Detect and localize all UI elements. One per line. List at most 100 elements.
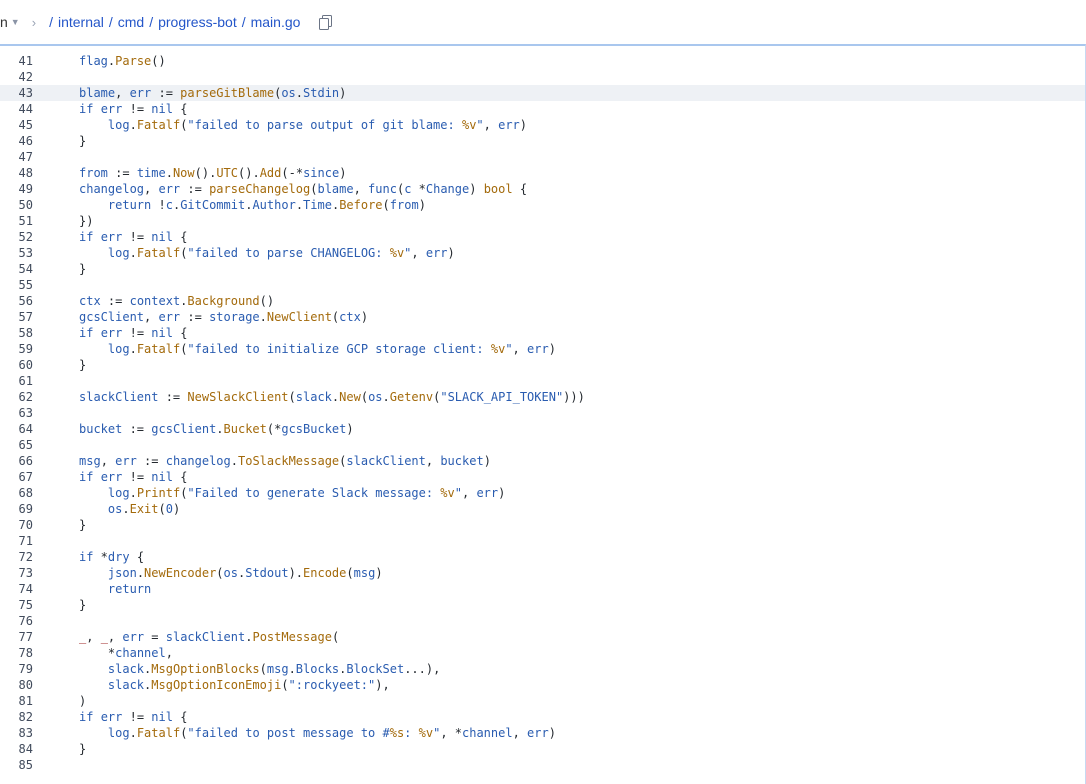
code-line: 62 slackClient := NewSlackClient(slack.Ne… xyxy=(0,389,1085,405)
line-number[interactable]: 48 xyxy=(0,165,33,181)
line-number[interactable]: 58 xyxy=(0,325,33,341)
code-token: ( xyxy=(360,390,369,404)
line-number[interactable]: 71 xyxy=(0,533,33,549)
line-number[interactable]: 69 xyxy=(0,501,33,517)
line-number[interactable]: 81 xyxy=(0,693,33,709)
code-token: New xyxy=(339,390,361,404)
code-line: 58 if err != nil { xyxy=(0,325,1085,341)
breadcrumb-internal[interactable]: internal xyxy=(58,14,104,30)
line-number[interactable]: 64 xyxy=(0,421,33,437)
line-number[interactable]: 49 xyxy=(0,181,33,197)
line-number[interactable]: 65 xyxy=(0,437,33,453)
line-number[interactable]: 75 xyxy=(0,597,33,613)
line-source: } xyxy=(33,597,86,613)
code-token: "failed to parse CHANGELOG: xyxy=(187,246,390,260)
code-token: ) xyxy=(339,166,347,180)
code-line: 64 bucket := gcsClient.Bucket(*gcsBucket) xyxy=(0,421,1085,437)
branch-selector[interactable]: n ▼ xyxy=(0,14,20,30)
line-number[interactable]: 41 xyxy=(0,53,33,69)
line-number[interactable]: 52 xyxy=(0,229,33,245)
code-line: 73 json.NewEncoder(os.Stdout).Encode(msg… xyxy=(0,565,1085,581)
code-token: context xyxy=(129,294,181,308)
line-number[interactable]: 79 xyxy=(0,661,33,677)
line-number[interactable]: 73 xyxy=(0,565,33,581)
code-line: 74 return xyxy=(0,581,1085,597)
line-number[interactable]: 70 xyxy=(0,517,33,533)
line-source: } xyxy=(33,741,86,757)
code-token: PostMessage xyxy=(252,630,332,644)
code-token: BlockSet xyxy=(346,662,405,676)
code-token: ) xyxy=(375,566,383,580)
code-token: ) xyxy=(418,198,426,212)
code-token: )) xyxy=(563,390,578,404)
line-number[interactable]: 45 xyxy=(0,117,33,133)
breadcrumb-cmd[interactable]: cmd xyxy=(118,14,144,30)
line-source: ctx := context.Background() xyxy=(33,293,274,309)
breadcrumb-file[interactable]: main.go xyxy=(251,14,301,30)
code-token: %v xyxy=(461,118,477,132)
copy-path-icon[interactable] xyxy=(318,14,333,30)
line-number[interactable]: 60 xyxy=(0,357,33,373)
line-number[interactable]: 47 xyxy=(0,149,33,165)
code-line: 59 log.Fatalf("failed to initialize GCP … xyxy=(0,341,1085,357)
line-number[interactable]: 68 xyxy=(0,485,33,501)
line-source: slack.MsgOptionIconEmoji(":rockyeet:"), xyxy=(33,677,390,693)
line-number[interactable]: 82 xyxy=(0,709,33,725)
code-token: != xyxy=(122,470,152,484)
line-number[interactable]: 61 xyxy=(0,373,33,389)
line-number[interactable]: 85 xyxy=(0,757,33,773)
code-token: , xyxy=(411,246,426,260)
breadcrumb-progress-bot[interactable]: progress-bot xyxy=(158,14,237,30)
line-number[interactable]: 74 xyxy=(0,581,33,597)
line-number[interactable]: 51 xyxy=(0,213,33,229)
line-number[interactable]: 46 xyxy=(0,133,33,149)
code-token: . xyxy=(295,86,304,100)
line-source: json.NewEncoder(os.Stdout).Encode(msg) xyxy=(33,565,383,581)
code-line: 69 os.Exit(0) xyxy=(0,501,1085,517)
line-number[interactable]: 72 xyxy=(0,549,33,565)
line-number[interactable]: 63 xyxy=(0,405,33,421)
line-number[interactable]: 50 xyxy=(0,197,33,213)
code-token: slackClient xyxy=(165,630,246,644)
code-line: 57 gcsClient, err := storage.NewClient(ct… xyxy=(0,309,1085,325)
line-number[interactable]: 56 xyxy=(0,293,33,309)
code-line: 75} xyxy=(0,597,1085,613)
code-token: nil xyxy=(151,470,173,484)
line-number[interactable]: 44 xyxy=(0,101,33,117)
code-token: , xyxy=(512,726,528,740)
line-number[interactable]: 84 xyxy=(0,741,33,757)
code-line: 76 xyxy=(0,613,1085,629)
code-token: UTC xyxy=(216,166,239,180)
line-number[interactable]: 83 xyxy=(0,725,33,741)
line-number[interactable]: 62 xyxy=(0,389,33,405)
line-number[interactable]: 57 xyxy=(0,309,33,325)
path-separator: / xyxy=(49,14,53,30)
code-token: , xyxy=(165,646,173,660)
line-number[interactable]: 54 xyxy=(0,261,33,277)
line-number[interactable]: 77 xyxy=(0,629,33,645)
code-token: . xyxy=(129,246,137,260)
line-number[interactable]: 55 xyxy=(0,277,33,293)
line-number[interactable]: 67 xyxy=(0,469,33,485)
line-number[interactable]: 76 xyxy=(0,613,33,629)
line-number[interactable]: 80 xyxy=(0,677,33,693)
line-number[interactable]: 42 xyxy=(0,69,33,85)
code-token: os xyxy=(223,566,238,580)
line-source: log.Fatalf("failed to parse CHANGELOG: %… xyxy=(33,245,455,261)
code-token: ( xyxy=(346,566,354,580)
line-number[interactable]: 78 xyxy=(0,645,33,661)
code-token: Exit xyxy=(129,502,159,516)
code-token: ) xyxy=(79,694,87,708)
code-token: . xyxy=(165,166,173,180)
line-number[interactable]: 66 xyxy=(0,453,33,469)
code-token: ) xyxy=(577,390,585,404)
line-number[interactable]: 53 xyxy=(0,245,33,261)
line-number[interactable]: 43 xyxy=(0,85,33,101)
code-token: != xyxy=(122,102,152,116)
code-token: Parse xyxy=(115,54,152,68)
code-token: err xyxy=(100,470,123,484)
code-token: ( xyxy=(288,390,296,404)
code-token: "failed to initialize GCP storage client… xyxy=(187,342,491,356)
line-number[interactable]: 59 xyxy=(0,341,33,357)
path-separator: / xyxy=(149,14,154,30)
